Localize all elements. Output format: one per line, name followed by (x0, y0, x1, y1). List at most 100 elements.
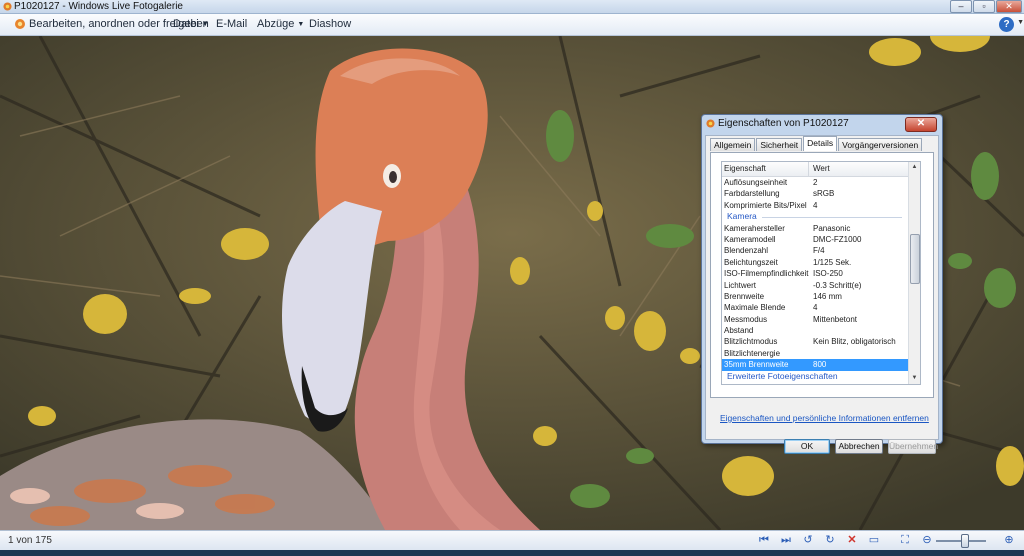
property-row[interactable]: Abstand (722, 325, 908, 336)
property-value: Kein Blitz, obligatorisch (813, 337, 896, 347)
property-name: Kamera (727, 211, 757, 222)
cancel-button[interactable]: Abbrechen (835, 439, 883, 454)
property-value: 1/125 Sek. (813, 257, 852, 267)
file-menu[interactable]: Datei ▼ (173, 14, 209, 35)
property-value: Panasonic (813, 223, 851, 233)
property-rows: Auflösungseinheit 2 Farbdarstellung sRGB Kom… (722, 177, 908, 382)
property-row[interactable]: Auflösungseinheit 2 (722, 177, 908, 188)
rotate-left-icon[interactable]: ↺ (801, 533, 815, 547)
property-name: Kamerahersteller (724, 223, 785, 233)
property-value: F/4 (813, 246, 825, 256)
list-header: Eigenschaft Wert (722, 162, 908, 177)
property-name: 35mm Brennweite (724, 360, 789, 370)
monitor-icon[interactable]: ▭ (867, 533, 881, 547)
tab-previous-versions[interactable]: Vorgängerversionen (838, 138, 923, 151)
property-row[interactable]: 35mm Brennweite 800 (722, 359, 908, 371)
property-value: 4 (813, 303, 818, 313)
file-menu-label: Datei (173, 18, 199, 30)
property-row[interactable]: Belichtungszeit 1/125 Sek. (722, 257, 908, 268)
property-name: Blitzlichtmodus (724, 337, 778, 347)
property-name: ISO-Filmempfindlichkeit (724, 269, 809, 279)
email-button[interactable]: E-Mail (216, 14, 247, 35)
property-value: ISO-250 (813, 269, 843, 279)
property-row[interactable]: Messmodus Mittenbetont (722, 314, 908, 325)
title-bar: P1020127 - Windows Live Fotogalerie – ▫ … (0, 0, 1024, 14)
properties-list[interactable]: Eigenschaft Wert Auflösungseinheit 2 Farbd… (721, 161, 921, 385)
property-name: Brennweite (724, 291, 765, 301)
property-name: Belichtungszeit (724, 257, 778, 267)
property-value: sRGB (813, 189, 835, 199)
fit-window-icon[interactable]: ⛶ (898, 533, 912, 547)
taskbar (0, 550, 1024, 556)
previous-photo-icon[interactable]: ⏮ (757, 533, 771, 547)
scroll-down-arrow-icon[interactable]: ▼ (909, 373, 920, 384)
zoom-in-icon[interactable]: ⊕ (1002, 533, 1016, 547)
control-bar: 1 von 175 ⏮ ⏭ ↺ ↻ ✕ ▭ ⛶ ⊖ ⊕ (0, 530, 1024, 550)
next-photo-icon[interactable]: ⏭ (779, 533, 793, 547)
tab-general[interactable]: Allgemein (710, 138, 756, 151)
property-row[interactable]: ISO-Filmempfindlichkeit ISO-250 (722, 268, 908, 279)
slideshow-button[interactable]: Diashow (309, 14, 351, 35)
property-value: 4 (813, 200, 818, 210)
property-row[interactable]: Blitzlichtenergie (722, 348, 908, 359)
help-icon[interactable]: ? (999, 17, 1014, 32)
details-panel: Eigenschaft Wert Auflösungseinheit 2 Farbd… (710, 152, 934, 398)
vertical-scrollbar[interactable]: ▲ ▼ (908, 162, 920, 384)
edit-organize-icon (15, 19, 25, 29)
property-value: -0.3 Schritt(e) (813, 280, 862, 290)
minimize-button[interactable]: – (950, 0, 972, 13)
tab-details[interactable]: Details (803, 136, 838, 151)
group-header-camera[interactable]: Kamera (722, 211, 908, 222)
property-name: Komprimierte Bits/Pixel (724, 200, 807, 210)
maximize-button[interactable]: ▫ (973, 0, 995, 13)
property-row[interactable]: Blendenzahl F/4 (722, 245, 908, 256)
window-title: P1020127 - Windows Live Fotogalerie (14, 1, 183, 12)
column-separator[interactable] (808, 162, 809, 176)
property-name: Lichtwert (724, 280, 757, 290)
property-name: Messmodus (724, 314, 768, 324)
property-name: Abstand (724, 326, 754, 336)
property-row[interactable]: Komprimierte Bits/Pixel 4 (722, 200, 908, 211)
chevron-down-icon[interactable]: ▼ (1017, 19, 1024, 26)
command-bar: Bearbeiten, anordnen oder freigeben Date… (0, 14, 1024, 36)
prints-menu[interactable]: Abzüge ▼ (257, 14, 304, 35)
property-row[interactable]: Farbdarstellung sRGB (722, 188, 908, 199)
prints-menu-label: Abzüge (257, 18, 295, 30)
property-value: Mittenbetont (813, 314, 858, 324)
ok-button[interactable]: OK (784, 439, 830, 454)
remove-properties-link[interactable]: Eigenschaften und persönliche Informatio… (720, 413, 929, 423)
property-row[interactable]: Blitzlichtmodus Kein Blitz, obligatorisch (722, 336, 908, 347)
tab-security[interactable]: Sicherheit (756, 138, 803, 151)
property-name: Farbdarstellung (724, 189, 780, 199)
rotate-right-icon[interactable]: ↻ (823, 533, 837, 547)
property-name: Maximale Blende (724, 303, 786, 313)
chevron-down-icon: ▼ (297, 21, 305, 28)
property-value: 2 (813, 178, 818, 187)
property-row[interactable]: Erweiterte Fotoeigenschaften (722, 371, 908, 382)
column-header-property[interactable]: Eigenschaft (724, 162, 766, 176)
properties-dialog: Eigenschaften von P1020127 ✕ Allgemein S… (701, 114, 943, 454)
property-row[interactable]: Maximale Blende 4 (722, 302, 908, 313)
property-value: 146 mm (813, 291, 842, 301)
property-row[interactable]: Brennweite 146 mm (722, 291, 908, 302)
property-value: DMC-FZ1000 (813, 234, 862, 244)
close-button[interactable]: ✕ (996, 0, 1022, 13)
property-row[interactable]: Kamerahersteller Panasonic (722, 223, 908, 234)
column-header-value[interactable]: Wert (813, 162, 830, 176)
dialog-title: Eigenschaften von P1020127 (718, 118, 849, 129)
photo-position: 1 von 175 (8, 535, 52, 546)
apply-button[interactable]: Übernehmen (888, 439, 938, 454)
photo-gallery-app-icon (3, 2, 12, 11)
property-value: 800 (813, 360, 827, 370)
tab-strip: Allgemein Sicherheit Details Vorgängerve… (710, 136, 923, 152)
chevron-down-icon: ▼ (201, 21, 209, 28)
delete-icon[interactable]: ✕ (845, 533, 859, 547)
property-name: Kameramodell (724, 234, 776, 244)
dialog-close-button[interactable]: ✕ (905, 117, 937, 132)
scroll-thumb[interactable] (910, 234, 920, 284)
zoom-slider-thumb[interactable] (961, 534, 969, 548)
property-row[interactable]: Lichtwert -0.3 Schritt(e) (722, 280, 908, 291)
scroll-up-arrow-icon[interactable]: ▲ (909, 162, 920, 173)
zoom-out-icon[interactable]: ⊖ (920, 533, 934, 547)
property-row[interactable]: Kameramodell DMC-FZ1000 (722, 234, 908, 245)
